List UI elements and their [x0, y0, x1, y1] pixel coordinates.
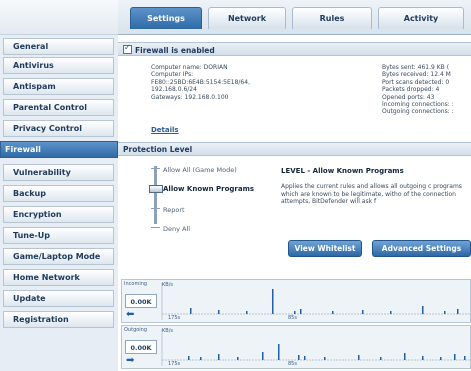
- traffic-spike: [440, 357, 442, 360]
- traffic-stat-line: Incoming connections: :: [382, 101, 454, 109]
- level-tick: [151, 227, 160, 228]
- incoming-traffic-graph: Incoming KB/s 0.00K ⬅ 175s 85s: [121, 279, 471, 323]
- sidebar-item-encryption[interactable]: Encryption: [3, 206, 114, 223]
- firewall-status-bar: Firewall is enabled: [118, 42, 471, 56]
- traffic-spike: [464, 356, 466, 360]
- traffic-spike: [294, 311, 296, 314]
- sidebar-item-home-network[interactable]: Home Network: [3, 269, 114, 286]
- incoming-graph-plot: [161, 283, 470, 320]
- traffic-stat-line: Opened ports: 43: [382, 93, 435, 101]
- protection-level-slider[interactable]: [154, 166, 157, 224]
- traffic-spike: [422, 306, 424, 314]
- traffic-spike: [262, 352, 264, 360]
- sidebar-item-registration[interactable]: Registration: [3, 311, 114, 328]
- sidebar-item-antivirus[interactable]: Antivirus: [3, 57, 114, 74]
- firewall-enabled-label: Firewall is enabled: [135, 46, 215, 55]
- computer-info-line: Gateways: 192.168.0.100: [151, 93, 229, 101]
- computer-info-line: FE80::25BD:6E4B:5154:5E18/64,: [151, 78, 250, 86]
- level-description: Applies the current rules and allows all…: [281, 183, 462, 205]
- traffic-spike: [298, 355, 300, 360]
- traffic-spike: [390, 311, 392, 314]
- traffic-spike: [218, 354, 220, 360]
- level-option-allow-known[interactable]: Allow Known Programs: [163, 185, 254, 193]
- sidebar-item-vulnerability[interactable]: Vulnerability: [3, 164, 114, 181]
- traffic-spike: [278, 344, 280, 360]
- level-tick: [151, 168, 160, 169]
- advanced-settings-button[interactable]: Advanced Settings: [372, 240, 471, 257]
- protection-level-header: Protection Level: [118, 142, 471, 156]
- tab-network[interactable]: Network: [208, 7, 286, 29]
- traffic-spike: [362, 310, 364, 314]
- sidebar-item-game-laptop-mode[interactable]: Game/Laptop Mode: [3, 248, 114, 265]
- traffic-spike: [304, 356, 306, 360]
- computer-info-line: Computer name: DORIAN: [151, 64, 228, 71]
- sidebar-item-firewall[interactable]: Firewall: [0, 141, 118, 158]
- protection-level-handle[interactable]: [149, 185, 163, 193]
- traffic-spike: [380, 357, 382, 360]
- computer-info-line: Computer IPs:: [151, 71, 194, 79]
- main-panel: Firewall is enabled Computer name: DORIA…: [118, 35, 471, 371]
- traffic-spike: [218, 310, 220, 314]
- details-link[interactable]: Details: [151, 126, 179, 134]
- sidebar-item-parental-control[interactable]: Parental Control: [3, 99, 114, 116]
- tab-settings[interactable]: Settings: [130, 7, 202, 29]
- traffic-spike: [272, 289, 274, 314]
- level-title: LEVEL - Allow Known Programs: [281, 167, 404, 175]
- sidebar: General Antivirus Antispam Parental Cont…: [0, 0, 118, 371]
- traffic-spike: [332, 311, 334, 314]
- sidebar-item-privacy-control[interactable]: Privacy Control: [3, 120, 114, 137]
- traffic-stat-line: Outgoing connections: :: [382, 108, 454, 116]
- level-option-allow-all[interactable]: Allow All (Game Mode): [163, 166, 237, 174]
- traffic-stat-line: Bytes received: 12.4 M: [382, 71, 451, 79]
- traffic-spike: [300, 309, 302, 314]
- traffic-spike: [237, 357, 239, 360]
- tab-rules[interactable]: Rules: [292, 7, 372, 29]
- traffic-stats: Bytes sent: 461.9 KB ( Bytes received: 1…: [382, 64, 454, 116]
- outgoing-traffic-graph: Outgoing KB/s 0.00K ➡ 175s 85s: [121, 325, 471, 369]
- traffic-spike: [444, 311, 446, 314]
- outgoing-graph-plot: [161, 329, 470, 366]
- sidebar-item-tune-up[interactable]: Tune-Up: [3, 227, 114, 244]
- traffic-spike: [404, 353, 406, 360]
- level-option-report[interactable]: Report: [163, 206, 185, 214]
- sidebar-header: [0, 0, 118, 35]
- sidebar-item-general[interactable]: General: [3, 38, 114, 55]
- traffic-stat-line: Packets dropped: 4: [382, 86, 440, 94]
- traffic-spike: [246, 311, 248, 314]
- sidebar-item-backup[interactable]: Backup: [3, 185, 114, 202]
- view-whitelist-button[interactable]: View Whitelist: [288, 240, 362, 257]
- sidebar-item-antispam[interactable]: Antispam: [3, 78, 114, 95]
- traffic-spike: [324, 357, 326, 360]
- traffic-spike: [358, 355, 360, 360]
- traffic-spike: [454, 354, 456, 360]
- traffic-spike: [200, 357, 202, 360]
- firewall-enabled-checkbox[interactable]: [123, 43, 132, 54]
- level-option-deny-all[interactable]: Deny All: [163, 225, 190, 233]
- traffic-stat-line: Bytes sent: 461.9 KB (: [382, 64, 450, 71]
- traffic-stat-line: Port scans detected: 0: [382, 78, 450, 86]
- traffic-spike: [422, 356, 424, 360]
- traffic-spike: [188, 356, 190, 360]
- tab-activity[interactable]: Activity: [378, 7, 464, 29]
- sidebar-item-update[interactable]: Update: [3, 290, 114, 307]
- computer-info-line: 192.168.0.6/24: [151, 86, 197, 94]
- traffic-spike: [190, 308, 192, 314]
- level-tick: [151, 208, 160, 209]
- computer-info: Computer name: DORIAN Computer IPs: FE80…: [151, 64, 250, 101]
- bitdefender-firewall-window: General Antivirus Antispam Parental Cont…: [0, 0, 471, 371]
- tab-bar: Settings Network Rules Activity: [118, 0, 471, 35]
- traffic-spike: [457, 309, 459, 314]
